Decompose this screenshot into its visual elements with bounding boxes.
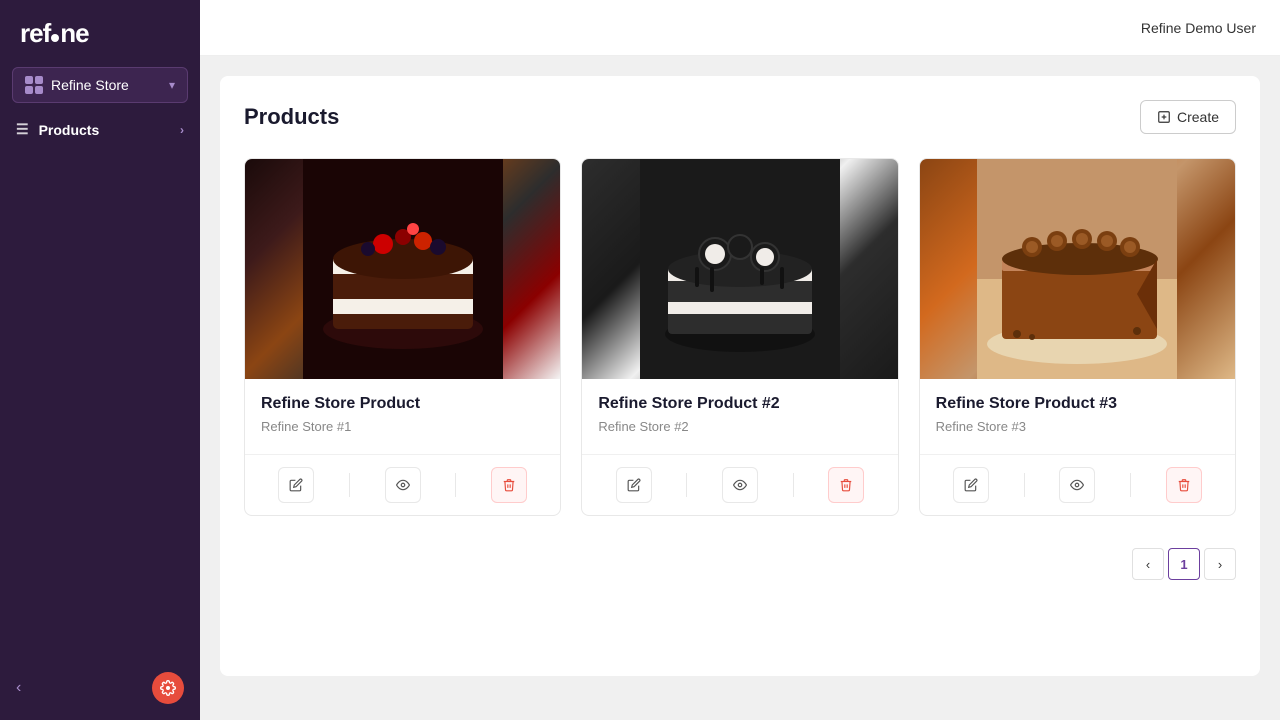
- page-title: Products: [244, 104, 339, 130]
- products-grid: Refine Store Product Refine Store #1: [244, 158, 1236, 516]
- chevron-down-icon: ▾: [169, 78, 175, 92]
- edit-icon: [289, 478, 303, 492]
- delete-button-3[interactable]: [1166, 467, 1202, 503]
- divider: [349, 473, 350, 497]
- delete-button-2[interactable]: [828, 467, 864, 503]
- edit-button-3[interactable]: [953, 467, 989, 503]
- logo-text: refne: [20, 18, 89, 49]
- create-icon: [1157, 110, 1171, 124]
- delete-icon: [839, 478, 853, 492]
- view-button-3[interactable]: [1059, 467, 1095, 503]
- eye-icon: [396, 478, 410, 492]
- delete-button-1[interactable]: [491, 467, 527, 503]
- product-store-2: Refine Store #2: [598, 419, 881, 434]
- product-name-2: Refine Store Product #2: [598, 395, 881, 413]
- collapse-button[interactable]: ‹: [16, 679, 21, 697]
- product-store-3: Refine Store #3: [936, 419, 1219, 434]
- list-icon: ☰: [16, 121, 29, 138]
- user-name: Refine Demo User: [1141, 20, 1256, 36]
- eye-icon: [1070, 478, 1084, 492]
- logo-dot: [51, 34, 59, 42]
- divider: [686, 473, 687, 497]
- nav-arrow-icon: ›: [180, 123, 184, 137]
- product-actions-2: [582, 454, 897, 515]
- product-info-3: Refine Store Product #3 Refine Store #3: [920, 379, 1235, 454]
- product-card: Refine Store Product #3 Refine Store #3: [919, 158, 1236, 516]
- divider: [1130, 473, 1131, 497]
- store-selector[interactable]: Refine Store ▾: [12, 67, 188, 103]
- edit-icon: [627, 478, 641, 492]
- product-actions-3: [920, 454, 1235, 515]
- page-card: Products Create: [220, 76, 1260, 676]
- edit-button-2[interactable]: [616, 467, 652, 503]
- view-button-2[interactable]: [722, 467, 758, 503]
- product-name-1: Refine Store Product: [261, 395, 544, 413]
- topbar: Refine Demo User: [200, 0, 1280, 56]
- view-button-1[interactable]: [385, 467, 421, 503]
- content-area: Products Create: [200, 56, 1280, 720]
- divider: [793, 473, 794, 497]
- edit-button-1[interactable]: [278, 467, 314, 503]
- product-card: Refine Store Product Refine Store #1: [244, 158, 561, 516]
- divider: [1024, 473, 1025, 497]
- product-card: Refine Store Product #2 Refine Store #2: [581, 158, 898, 516]
- product-image-3: [920, 159, 1235, 379]
- store-icon: [25, 76, 43, 94]
- product-name-3: Refine Store Product #3: [936, 395, 1219, 413]
- divider: [455, 473, 456, 497]
- page-header: Products Create: [244, 100, 1236, 134]
- settings-icon[interactable]: [152, 672, 184, 704]
- eye-icon: [733, 478, 747, 492]
- pagination-next[interactable]: ›: [1204, 548, 1236, 580]
- pagination: ‹ 1 ›: [244, 548, 1236, 580]
- product-image-2: [582, 159, 897, 379]
- sidebar-item-label: Products: [39, 122, 170, 138]
- sidebar: refne Refine Store ▾ ☰ Products › ‹: [0, 0, 200, 720]
- delete-icon: [1177, 478, 1191, 492]
- product-info-2: Refine Store Product #2 Refine Store #2: [582, 379, 897, 454]
- pagination-page-1[interactable]: 1: [1168, 548, 1200, 580]
- product-image-1: [245, 159, 560, 379]
- create-button[interactable]: Create: [1140, 100, 1236, 134]
- delete-icon: [502, 478, 516, 492]
- logo-area: refne: [0, 0, 200, 67]
- product-store-1: Refine Store #1: [261, 419, 544, 434]
- sidebar-bottom: ‹: [0, 656, 200, 720]
- product-actions-1: [245, 454, 560, 515]
- sidebar-item-products[interactable]: ☰ Products ›: [0, 111, 200, 148]
- edit-icon: [964, 478, 978, 492]
- product-info-1: Refine Store Product Refine Store #1: [245, 379, 560, 454]
- store-name: Refine Store: [51, 77, 161, 93]
- main-content: Refine Demo User Products Create: [200, 0, 1280, 720]
- pagination-prev[interactable]: ‹: [1132, 548, 1164, 580]
